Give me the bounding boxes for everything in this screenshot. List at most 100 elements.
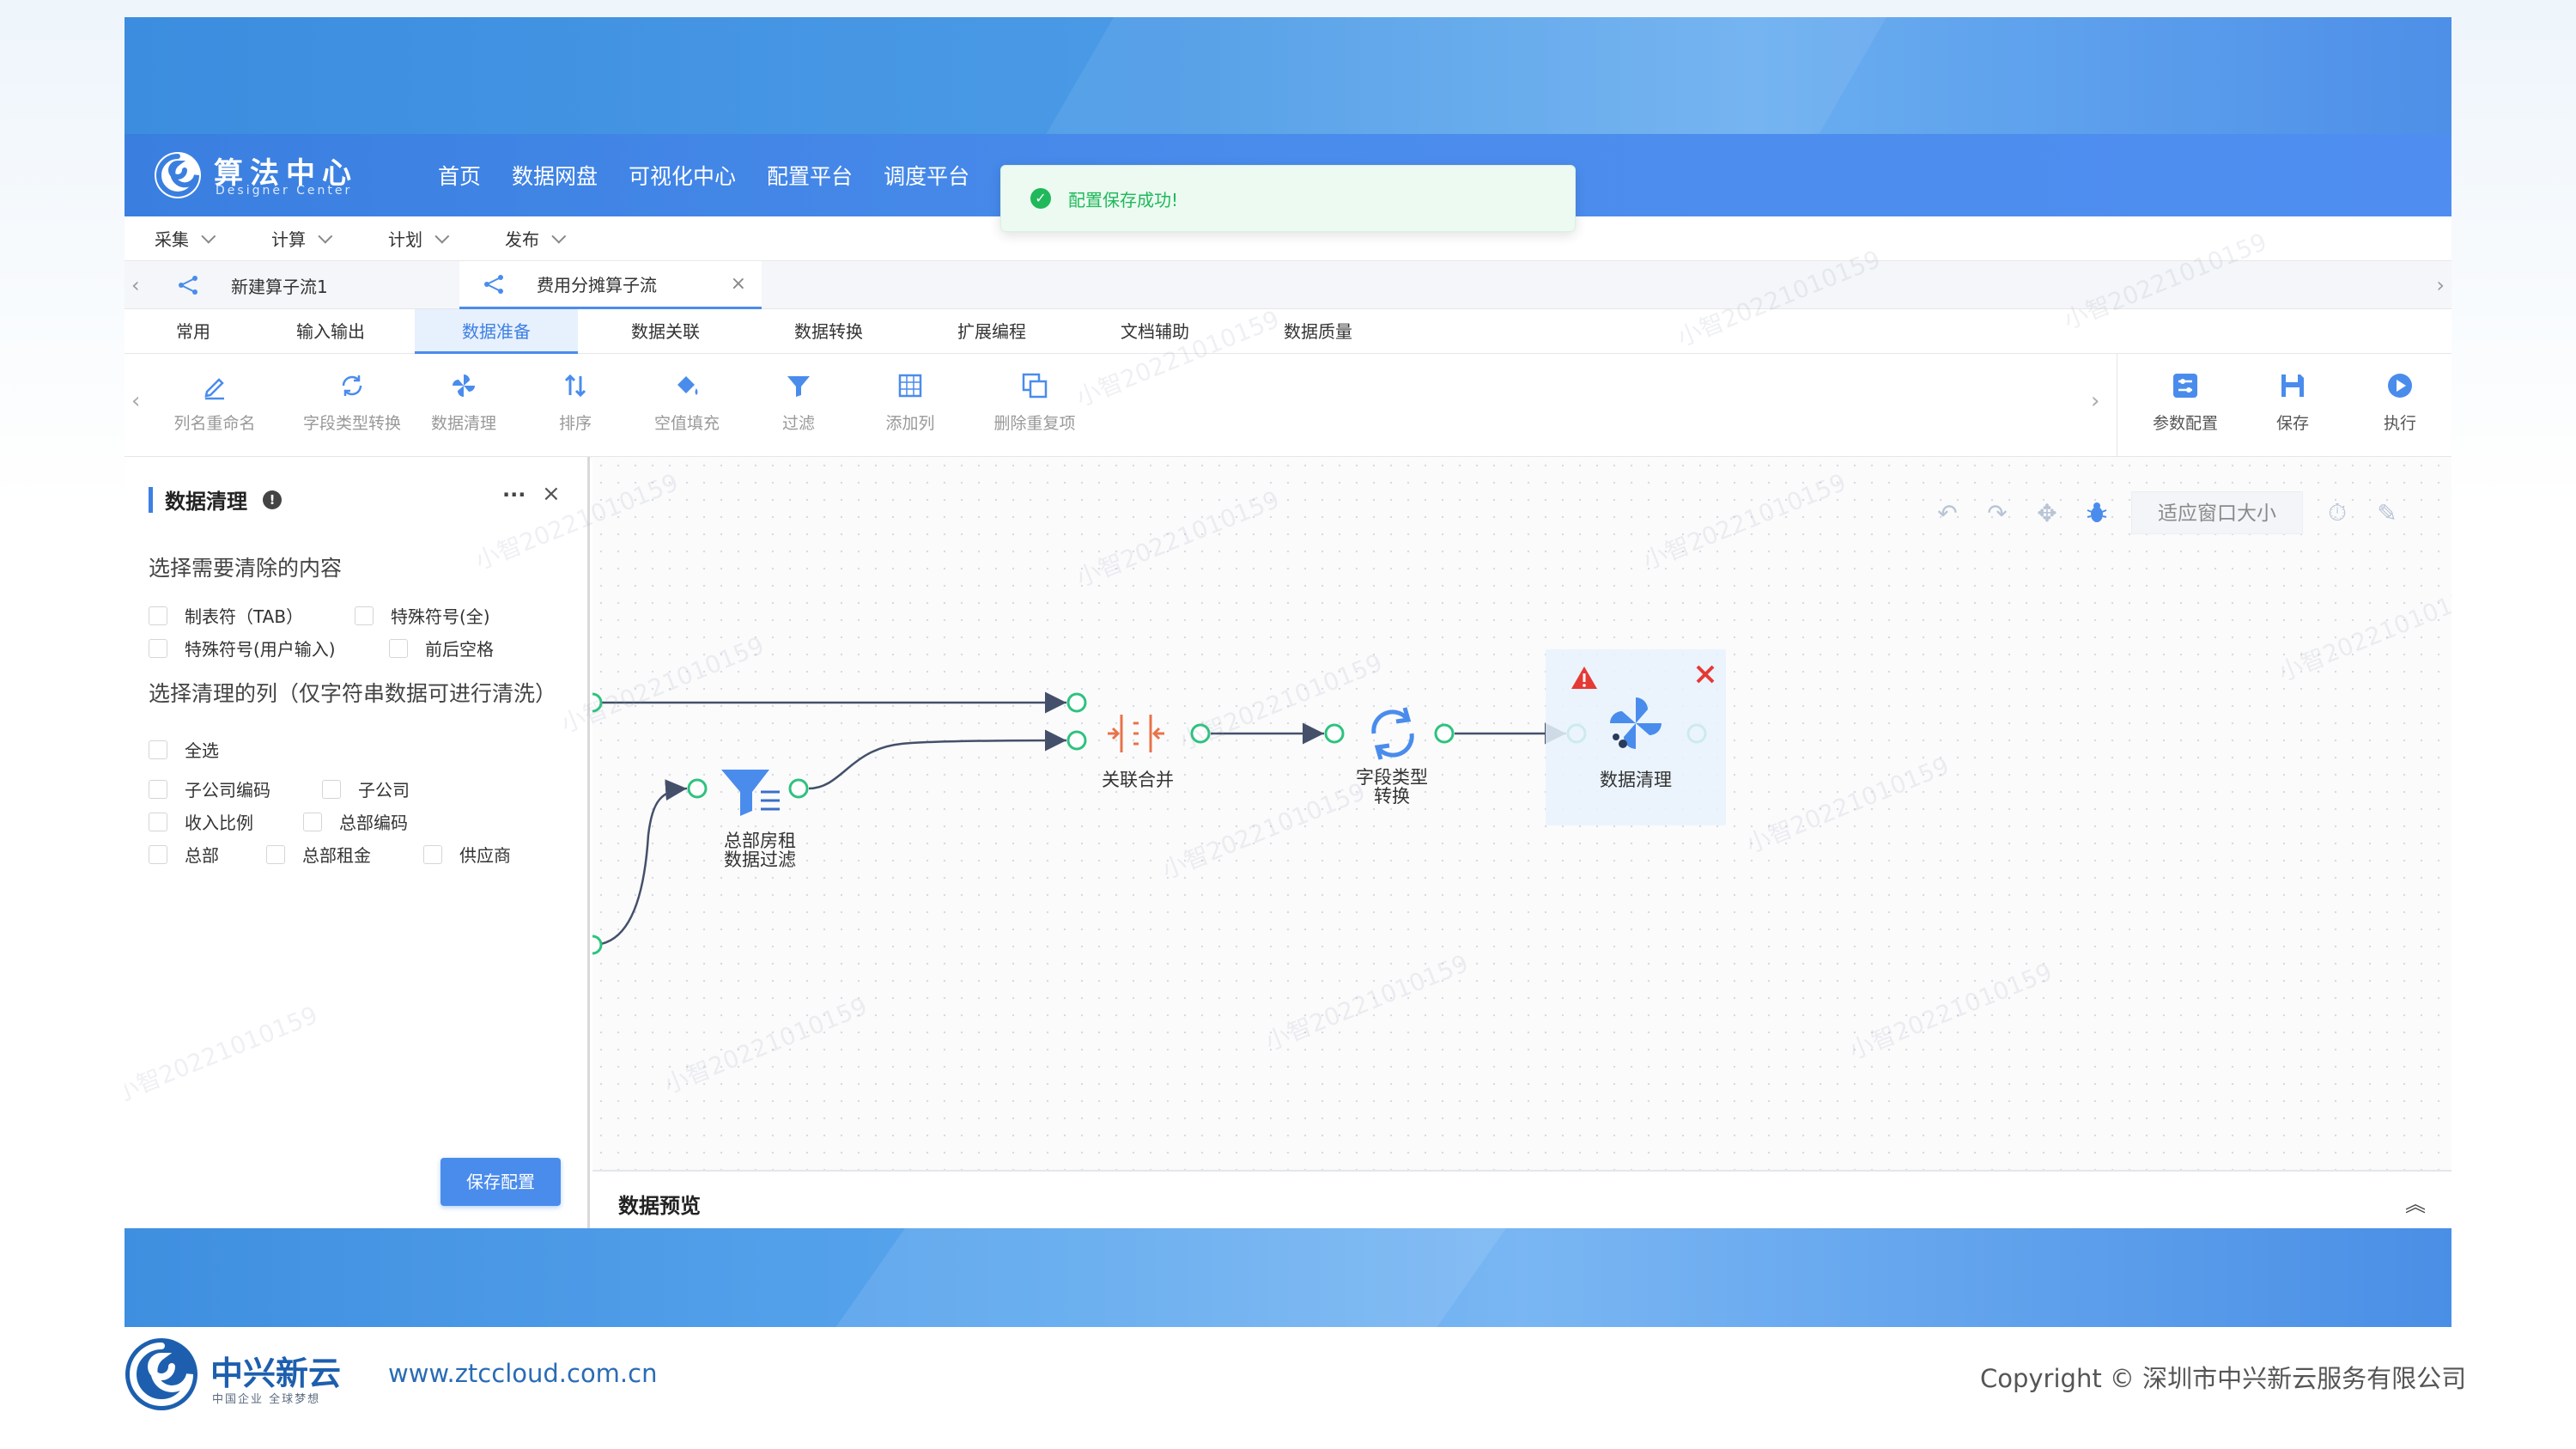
menu-compute[interactable]: 计算	[271, 226, 333, 251]
tab-cost-allocation-flow[interactable]: 费用分摊算子流 ×	[459, 261, 762, 309]
checkbox-box[interactable]	[423, 844, 442, 864]
chevron-double-up-icon[interactable]: ︽	[2405, 1187, 2426, 1217]
checkbox-box[interactable]	[149, 638, 167, 658]
tool-filter[interactable]: 过滤	[734, 369, 863, 434]
company-logo-icon	[125, 1338, 197, 1410]
nav-visualization[interactable]: 可视化中心	[629, 160, 736, 191]
port	[592, 935, 603, 955]
nav-home[interactable]: 首页	[438, 160, 481, 191]
copyright-text: Copyright © 深圳市中兴新云服务有限公司	[1980, 1364, 2467, 1393]
operator-toolbar: ‹ 列名重命名 字段类型转换 数据清理 排序 空值填充 过滤 添加列 删除重复项…	[125, 354, 2451, 457]
checkbox-box[interactable]	[149, 740, 167, 759]
checkbox-trim-spaces[interactable]: 前后空格	[389, 636, 494, 661]
checkbox-box[interactable]	[389, 638, 408, 658]
checkbox-column-income-ratio[interactable]: 收入比例	[149, 809, 253, 834]
panel-header: 数据清理 !	[149, 484, 282, 514]
tool-data-cleaning[interactable]: 数据清理	[399, 369, 528, 434]
close-icon[interactable]: ×	[542, 481, 561, 507]
node-clean-label[interactable]: 数据清理	[1571, 770, 1700, 789]
checkbox-column-subsidiary-code[interactable]: 子公司编码	[149, 776, 270, 801]
nav-data-drive[interactable]: 数据网盘	[512, 160, 598, 191]
pencil-icon	[204, 378, 224, 400]
checkbox-box[interactable]	[149, 779, 167, 799]
main-nav: 首页 数据网盘 可视化中心 配置平台 调度平台	[438, 134, 969, 216]
tab-data-preparation[interactable]: 数据准备	[415, 309, 578, 354]
panel-accent-bar	[149, 486, 153, 513]
tab-label: 费用分摊算子流	[537, 275, 657, 295]
chevron-down-icon	[434, 228, 450, 244]
checkbox-special-user[interactable]: 特殊符号(用户输入)	[149, 636, 336, 661]
company-brand: 中兴新云	[210, 1355, 342, 1392]
save-config-button[interactable]: 保存配置	[440, 1158, 561, 1206]
paint-bucket-icon	[677, 376, 698, 395]
node-filter-label[interactable]: 总部房租 数据过滤	[696, 831, 824, 869]
nav-config-platform[interactable]: 配置平台	[767, 160, 853, 191]
chevron-down-icon	[551, 228, 567, 244]
tool-remove-duplicates[interactable]: 删除重复项	[970, 369, 1099, 434]
tab-label: 新建算子流1	[231, 276, 328, 297]
checkbox-box[interactable]	[322, 779, 341, 799]
checkbox-column-subsidiary[interactable]: 子公司	[322, 776, 410, 801]
chevron-down-icon	[201, 228, 216, 244]
chevron-left-icon[interactable]: ‹	[131, 388, 140, 414]
port	[1190, 723, 1211, 744]
node-convert-label[interactable]: 字段类型 转换	[1327, 768, 1456, 806]
tool-field-type-conversion[interactable]: 字段类型转换	[288, 369, 416, 434]
checkbox-select-all[interactable]: 全选	[149, 737, 219, 762]
refresh-icon	[1371, 707, 1414, 760]
checkbox-box[interactable]	[303, 812, 322, 831]
tab-document-assist[interactable]: 文档辅助	[1095, 309, 1215, 354]
success-toast: ✓ 配置保存成功!	[1000, 165, 1576, 232]
checkbox-box[interactable]	[266, 844, 285, 864]
chevron-right-icon[interactable]: ›	[2436, 273, 2445, 297]
filter-icon	[721, 770, 780, 816]
preview-title: 数据预览	[618, 1194, 701, 1218]
menu-plan[interactable]: 计划	[388, 226, 450, 251]
tool-sort[interactable]: 排序	[511, 369, 640, 434]
more-icon[interactable]: ···	[502, 483, 526, 507]
tab-data-association[interactable]: 数据关联	[605, 309, 726, 354]
menu-collect[interactable]: 采集	[155, 226, 216, 251]
save-icon	[2281, 374, 2304, 397]
checkbox-box[interactable]	[149, 812, 167, 831]
merge-icon	[1108, 715, 1164, 752]
checkbox-column-hq[interactable]: 总部	[149, 842, 219, 867]
tab-extension-programming[interactable]: 扩展编程	[932, 309, 1052, 354]
checkbox-column-supplier[interactable]: 供应商	[423, 842, 511, 867]
checkbox-tab-char[interactable]: 制表符（TAB）	[149, 603, 303, 628]
port	[1324, 723, 1345, 744]
checkbox-box[interactable]	[149, 606, 167, 625]
panel-title: 数据清理	[165, 490, 247, 514]
close-icon[interactable]: ×	[731, 273, 746, 295]
menu-publish[interactable]: 发布	[505, 226, 567, 251]
execute-button[interactable]: 执行	[2336, 369, 2451, 434]
node-merge-label[interactable]: 关联合并	[1073, 770, 1202, 789]
chevron-left-icon[interactable]: ‹	[131, 273, 140, 297]
document-tab-bar: ‹ 新建算子流1 × 费用分摊算子流 × ›	[125, 261, 2451, 309]
copy-icon	[1022, 373, 1048, 399]
tab-data-conversion[interactable]: 数据转换	[769, 309, 889, 354]
config-panel: 数据清理 ! ··· × 选择需要清除的内容 制表符（TAB） 特殊符号(全) …	[125, 457, 590, 1228]
checkbox-box[interactable]	[355, 606, 374, 625]
checkbox-column-hq-rent[interactable]: 总部租金	[266, 842, 371, 867]
tool-null-fill[interactable]: 空值填充	[623, 369, 751, 434]
tool-add-column[interactable]: 添加列	[846, 369, 975, 434]
port	[1434, 723, 1455, 744]
tool-rename-column[interactable]: 列名重命名	[150, 369, 279, 434]
nav-schedule-platform[interactable]: 调度平台	[884, 160, 969, 191]
checkbox-special-all[interactable]: 特殊符号(全)	[355, 603, 490, 628]
checkbox-box[interactable]	[149, 844, 167, 864]
tab-data-quality[interactable]: 数据质量	[1258, 309, 1378, 354]
company-url[interactable]: www.ztccloud.com.cn	[388, 1359, 657, 1388]
checkbox-column-hq-code[interactable]: 总部编码	[303, 809, 408, 834]
tab-common[interactable]: 常用	[150, 309, 236, 354]
chevron-right-icon[interactable]: ›	[2091, 388, 2099, 414]
edge-input-to-filter	[592, 779, 688, 947]
add-column-icon	[898, 374, 922, 398]
info-icon[interactable]: !	[263, 490, 282, 509]
filter-icon	[787, 376, 810, 397]
section-clean-columns-label: 选择清理的列（仅字符串数据可进行清洗）	[149, 681, 557, 706]
tab-input-output[interactable]: 输入输出	[279, 309, 382, 354]
flow-canvas[interactable]: ↶ ↷ ✥ 适应窗口大小 ⏱ ✎ 总部房租 数据过滤 关联合并 字段类型 转换 …	[592, 457, 2451, 1170]
slide-bottom-band	[125, 1228, 2451, 1327]
